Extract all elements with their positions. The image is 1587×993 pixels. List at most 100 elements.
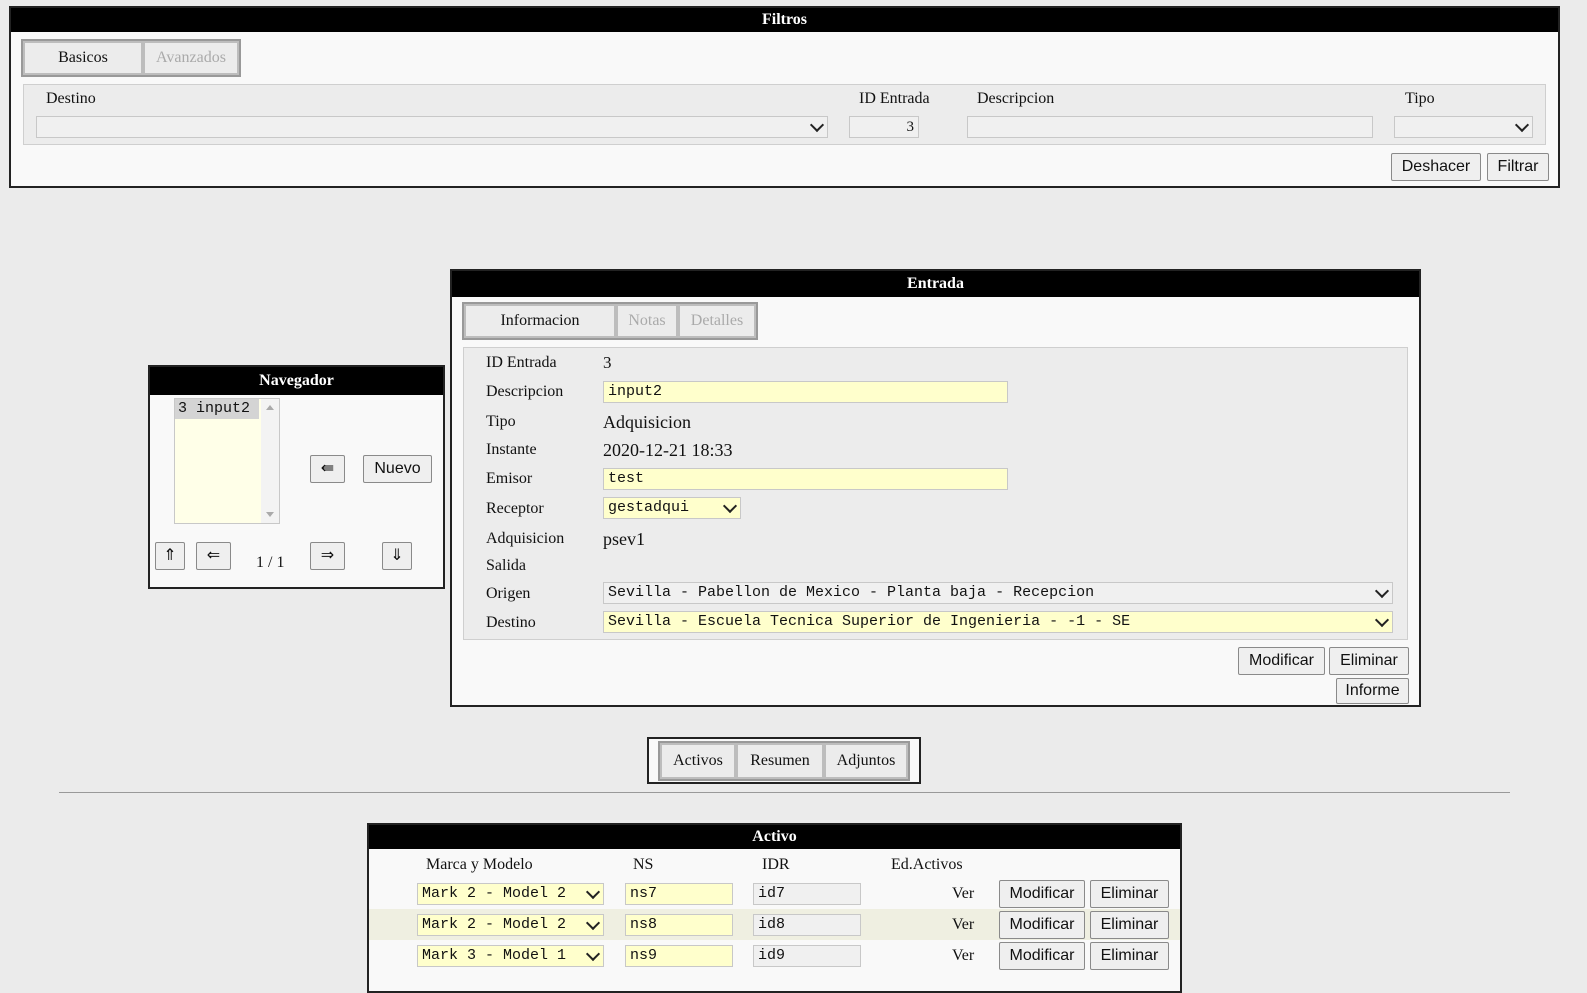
filtros-title: Filtros [11,8,1558,32]
chevron-down-icon [809,117,825,133]
column-header-marca: Marca y Modelo [426,856,533,873]
filtrar-button[interactable]: Filtrar [1487,153,1549,181]
idr-value: id8 [758,916,786,933]
tab-adjuntos[interactable]: Adjuntos [824,743,908,779]
modificar-row-button[interactable]: Modificar [999,942,1085,970]
tab-informacion[interactable]: Informacion [464,304,616,338]
tab-avanzados[interactable]: Avanzados [143,41,239,75]
receptor-value: gestadqui [608,499,690,516]
navegador-title: Navegador [150,367,443,395]
destino-select[interactable]: Sevilla - Escuela Tecnica Superior de In… [603,611,1393,633]
descripcion-input[interactable]: input2 [603,381,1008,403]
marca-value: Mark 2 - Model 2 [422,885,567,902]
destino-label: Destino [46,90,96,107]
chevron-down-icon [585,946,601,962]
modificar-row-button[interactable]: Modificar [999,911,1085,939]
eliminar-row-button[interactable]: Eliminar [1090,880,1169,908]
pager-label: 1 / 1 [256,554,285,571]
adquisicion-value: psev1 [603,529,645,549]
ns-input[interactable]: ns8 [625,914,733,936]
divider [59,792,1510,793]
tab-resumen[interactable]: Resumen [736,743,824,779]
idr-input[interactable]: id9 [753,945,861,967]
id-entrada-filter-value: 3 [906,119,915,135]
eliminar-row-button[interactable]: Eliminar [1090,911,1169,939]
ns-input[interactable]: ns9 [625,945,733,967]
next-button[interactable]: ⇒ [310,542,345,570]
eliminar-button[interactable]: Eliminar [1329,647,1409,675]
filtros-tabs: Basicos Avanzados [21,39,241,77]
idr-input[interactable]: id8 [753,914,861,936]
marca-select[interactable]: Mark 3 - Model 1 [417,945,604,967]
entrada-tabs: Informacion Notas Detalles [462,302,758,340]
tab-detalles[interactable]: Detalles [678,304,756,338]
emisor-value: test [608,470,645,487]
scroll-down-icon[interactable] [266,512,274,517]
scroll-up-icon[interactable] [266,405,274,410]
tab-basicos[interactable]: Basicos [23,41,143,75]
last-button[interactable]: ⇓ [382,542,412,570]
ns-value: ns7 [630,885,658,902]
informe-button[interactable]: Informe [1336,678,1409,704]
salida-label: Salida [486,557,526,574]
descripcion-value: input2 [608,383,663,400]
descripcion-label: Descripcion [977,90,1055,107]
table-row: Mark 3 - Model 1 ns9 id9 Ver Modificar E… [369,940,1180,971]
activo-panel: Activo Marca y Modelo NS IDR Ed.Activos … [367,823,1182,993]
idr-value: id7 [758,885,786,902]
navegador-panel: Navegador 3 input2 ⇚ Nuevo ⇑ ⇐ 1 / 1 ⇒ ⇓ [148,365,445,589]
column-header-idr: IDR [762,856,790,873]
modificar-button[interactable]: Modificar [1238,647,1325,675]
marca-select[interactable]: Mark 2 - Model 2 [417,883,604,905]
filtros-panel: Filtros Basicos Avanzados Destino ID Ent… [9,6,1560,188]
tipo-value: Adquisicion [603,412,691,432]
chevron-down-icon [585,915,601,931]
eliminar-row-button[interactable]: Eliminar [1090,942,1169,970]
prev-button[interactable]: ⇐ [196,542,231,570]
ns-input[interactable]: ns7 [625,883,733,905]
navegador-list[interactable]: 3 input2 [174,398,280,524]
instante-value: 2020-12-21 18:33 [603,440,733,460]
origen-value: Sevilla - Pabellon de Mexico - Planta ba… [608,584,1095,601]
chevron-down-icon [1374,583,1390,599]
filtros-fields: Destino ID Entrada 3 Descripcion Tipo [23,84,1546,145]
ns-value: ns8 [630,916,658,933]
back-button[interactable]: ⇚ [310,455,345,483]
tipo-filter-select[interactable] [1394,116,1533,138]
destino-value: Sevilla - Escuela Tecnica Superior de In… [608,613,1131,630]
deshacer-button[interactable]: Deshacer [1391,153,1481,181]
first-button[interactable]: ⇑ [155,542,185,570]
tab-activos[interactable]: Activos [660,743,736,779]
destino-filter-select[interactable] [36,116,828,138]
idr-input[interactable]: id7 [753,883,861,905]
tab-notas[interactable]: Notas [616,304,678,338]
id-entrada-filter-input[interactable]: 3 [849,116,919,138]
column-header-edactivos: Ed.Activos [891,856,963,873]
marca-value: Mark 3 - Model 1 [422,947,567,964]
id-entrada-value: 3 [603,353,612,372]
list-scrollbar[interactable] [261,399,279,523]
marca-select[interactable]: Mark 2 - Model 2 [417,914,604,936]
receptor-select[interactable]: gestadqui [603,497,741,519]
ver-link[interactable]: Ver [952,916,974,934]
nuevo-button[interactable]: Nuevo [363,455,432,483]
table-row: Mark 2 - Model 2 ns7 id7 Ver Modificar E… [369,878,1180,909]
descripcion-filter-input[interactable] [967,116,1373,138]
marca-value: Mark 2 - Model 2 [422,916,567,933]
chevron-down-icon [722,498,738,514]
tipo-label: Tipo [1405,90,1435,107]
id-entrada-label: ID Entrada [859,90,930,107]
id-entrada-label: ID Entrada [486,354,557,371]
ns-value: ns9 [630,947,658,964]
modificar-row-button[interactable]: Modificar [999,880,1085,908]
entrada-title: Entrada [452,271,1419,297]
emisor-input[interactable]: test [603,468,1008,490]
ver-link[interactable]: Ver [952,885,974,903]
section-tabs: Activos Resumen Adjuntos [647,737,921,784]
chevron-down-icon [1514,117,1530,133]
descripcion-label: Descripcion [486,383,564,400]
origen-select[interactable]: Sevilla - Pabellon de Mexico - Planta ba… [603,582,1393,604]
ver-link[interactable]: Ver [952,947,974,965]
origen-label: Origen [486,585,531,602]
list-item[interactable]: 3 input2 [175,399,259,419]
